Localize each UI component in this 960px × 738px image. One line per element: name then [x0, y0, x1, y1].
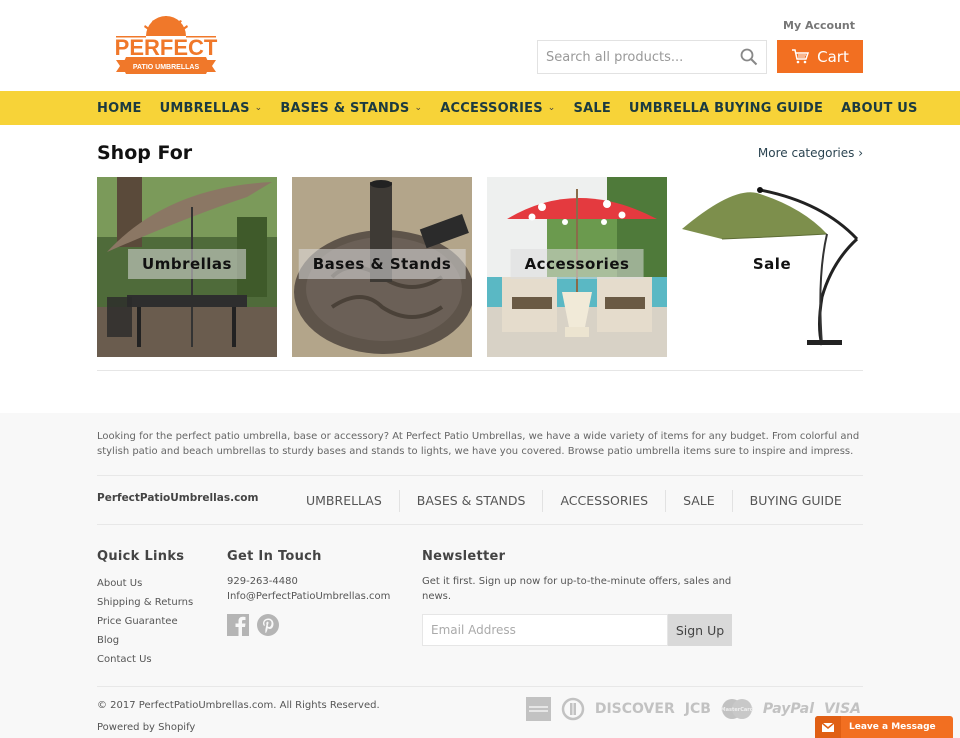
category-tile-umbrellas[interactable]: Umbrellas — [97, 177, 277, 357]
svg-text:MasterCard: MasterCard — [721, 707, 753, 713]
sign-up-button[interactable]: Sign Up — [668, 614, 732, 646]
newsletter: Newsletter Get it first. Sign up now for… — [422, 549, 742, 684]
quick-link-shipping-returns[interactable]: Shipping & Returns — [97, 593, 227, 612]
nav-label: ACCESSORIES — [440, 100, 543, 116]
quick-links: Quick Links About Us Shipping & Returns … — [97, 549, 227, 684]
quick-link-price-guarantee[interactable]: Price Guarantee — [97, 612, 227, 631]
discover-icon: DISCOVER — [594, 701, 675, 717]
category-tile-bases-stands[interactable]: Bases & Stands — [292, 177, 472, 357]
powered-by-shopify-link[interactable]: Powered by Shopify — [97, 722, 195, 733]
footer-link-sale[interactable]: SALE — [665, 490, 732, 512]
footer-nav: PerfectPatioUmbrellas.com UMBRELLAS BASE… — [97, 475, 863, 525]
category-tile-sale[interactable]: Sale — [682, 177, 862, 357]
quick-links-title: Quick Links — [97, 549, 185, 564]
nav-label: SALE — [573, 100, 611, 116]
nav-label: HOME — [97, 100, 142, 116]
search-icon[interactable] — [740, 48, 758, 66]
tile-label: Umbrellas — [128, 249, 246, 279]
get-in-touch: Get In Touch 929-263-4480 Info@PerfectPa… — [227, 549, 422, 684]
about-text: Looking for the perfect patio umbrella, … — [97, 431, 860, 457]
shop-section: Shop For More categories › Umbrellas Bas… — [97, 142, 863, 371]
paypal-icon: PayPal — [762, 701, 815, 717]
payment-icons: DISCOVER JCB MasterCard PayPal VISA — [525, 697, 861, 721]
chevron-down-icon: ⌄ — [414, 103, 423, 113]
get-in-touch-title: Get In Touch — [227, 549, 322, 564]
site-header: PERFECT PATIO UMBRELLAS My Account Cart — [0, 0, 960, 91]
section-divider — [97, 370, 863, 371]
search-box — [537, 40, 767, 74]
nav-label: ABOUT US — [841, 100, 918, 116]
search-input[interactable] — [538, 41, 728, 73]
email-link[interactable]: Info@PerfectPatioUmbrellas.com — [227, 589, 422, 604]
jcb-icon: JCB — [684, 701, 711, 717]
newsletter-title: Newsletter — [422, 549, 506, 564]
nav-item-about-us[interactable]: ABOUT US — [841, 101, 918, 116]
tile-label: Bases & Stands — [298, 249, 466, 279]
pinterest-icon[interactable] — [257, 614, 279, 636]
cart-label: Cart — [817, 47, 849, 66]
chevron-down-icon: ⌄ — [254, 103, 263, 113]
cart-icon — [792, 49, 810, 64]
newsletter-text: Get it first. Sign up now for up-to-the-… — [422, 576, 732, 602]
copyright: © 2017 PerfectPatioUmbrellas.com. All Ri… — [97, 700, 380, 711]
footer-link-buying-guide[interactable]: BUYING GUIDE — [731, 490, 859, 512]
site-logo[interactable]: PERFECT PATIO UMBRELLAS — [108, 14, 224, 76]
tile-label: Accessories — [510, 249, 644, 279]
chevron-down-icon: ⌄ — [547, 103, 556, 113]
quick-link-blog[interactable]: Blog — [97, 631, 227, 650]
nav-label: UMBRELLAS — [159, 100, 250, 116]
footer-link-bases-stands[interactable]: BASES & STANDS — [398, 490, 543, 512]
site-footer: Looking for the perfect patio umbrella, … — [0, 413, 960, 738]
nav-item-bases-stands[interactable]: BASES & STANDS ⌄ — [280, 101, 422, 116]
footer-site-name: PerfectPatioUmbrellas.com — [97, 492, 259, 504]
american-express-icon — [525, 697, 551, 721]
leave-message-button[interactable]: Leave a Message — [815, 716, 953, 738]
more-categories-link[interactable]: More categories › — [758, 146, 863, 160]
newsletter-form: Sign Up — [422, 614, 732, 646]
email-address-input[interactable] — [422, 614, 668, 646]
footer-link-accessories[interactable]: ACCESSORIES — [542, 490, 665, 512]
svg-text:PATIO UMBRELLAS: PATIO UMBRELLAS — [133, 64, 200, 71]
footer-link-umbrellas[interactable]: UMBRELLAS — [289, 490, 399, 512]
tile-label: Sale — [752, 255, 792, 273]
diners-club-icon — [561, 697, 585, 721]
cart-button[interactable]: Cart — [777, 40, 863, 73]
nav-item-umbrellas[interactable]: UMBRELLAS ⌄ — [160, 101, 263, 116]
facebook-icon[interactable] — [227, 614, 249, 636]
nav-label: BASES & STANDS — [280, 100, 410, 116]
visa-icon: VISA — [824, 701, 861, 717]
my-account-link[interactable]: My Account — [783, 19, 855, 32]
nav-item-home[interactable]: HOME — [97, 101, 142, 116]
leave-message-label: Leave a Message — [849, 722, 936, 732]
quick-link-about-us[interactable]: About Us — [97, 574, 227, 593]
envelope-icon — [822, 722, 834, 732]
main-nav: HOME UMBRELLAS ⌄ BASES & STANDS ⌄ ACCESSOR… — [0, 91, 960, 125]
section-title: Shop For — [97, 142, 193, 164]
nav-label: UMBRELLA BUYING GUIDE — [628, 100, 824, 116]
quick-link-contact-us[interactable]: Contact Us — [97, 650, 227, 669]
category-tile-accessories[interactable]: Accessories — [487, 177, 667, 357]
footer-bottom: © 2017 PerfectPatioUmbrellas.com. All Ri… — [97, 686, 863, 738]
nav-item-accessories[interactable]: ACCESSORIES ⌄ — [440, 101, 555, 116]
mastercard-icon: MasterCard — [721, 699, 753, 719]
svg-text:PERFECT: PERFECT — [115, 35, 218, 60]
phone-number: 929-263-4480 — [227, 576, 298, 587]
nav-item-buying-guide[interactable]: UMBRELLA BUYING GUIDE — [629, 101, 823, 116]
nav-item-sale[interactable]: SALE — [574, 101, 611, 116]
